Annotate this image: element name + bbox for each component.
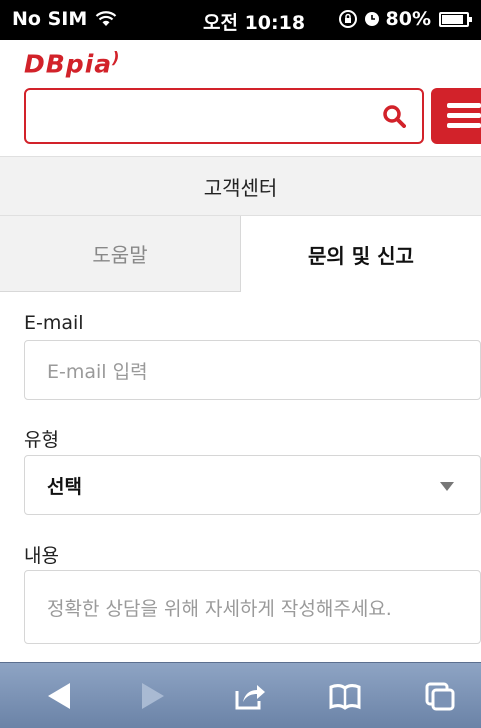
content-textarea[interactable]: 정확한 상담을 위해 자세하게 작성해주세요.: [24, 570, 481, 644]
clock: 오전 10:18: [203, 12, 306, 34]
hamburger-icon: [447, 103, 481, 108]
battery-icon: [439, 11, 472, 27]
type-select[interactable]: 선택: [24, 455, 481, 515]
tab-inquiry-report[interactable]: 문의 및 신고: [241, 216, 481, 292]
content-label: 내용: [24, 545, 59, 567]
back-icon[interactable]: [46, 681, 72, 711]
tab-bar: 도움말 문의 및 신고: [0, 216, 481, 292]
search-input[interactable]: [24, 88, 424, 144]
email-label: E-mail: [24, 312, 84, 334]
page-title: 고객센터: [0, 156, 481, 216]
share-icon[interactable]: [233, 681, 267, 711]
email-field[interactable]: E-mail 입력: [24, 340, 481, 400]
bookmarks-icon[interactable]: [328, 681, 362, 711]
status-bar: No SIM 오전 10:18 80%: [0, 0, 481, 40]
site-header: DBpia): [0, 40, 481, 156]
wifi-icon: [95, 11, 117, 26]
tab-help[interactable]: 도움말: [0, 216, 241, 292]
dbpia-logo[interactable]: DBpia): [24, 48, 120, 78]
menu-button[interactable]: [431, 88, 481, 144]
rotation-lock-icon: [338, 10, 357, 28]
carrier-label: No SIM: [12, 8, 88, 30]
alarm-icon: [364, 12, 379, 26]
battery-percent: 80%: [385, 8, 431, 30]
dropdown-arrow-icon: [440, 482, 454, 491]
type-selected-value: 선택: [47, 475, 82, 498]
forward-icon[interactable]: [140, 681, 166, 711]
tabs-icon[interactable]: [424, 681, 456, 711]
content-placeholder: 정확한 상담을 위해 자세하게 작성해주세요.: [47, 597, 392, 620]
email-placeholder: E-mail 입력: [47, 360, 148, 383]
search-icon[interactable]: [382, 104, 406, 128]
type-label: 유형: [24, 429, 59, 451]
browser-toolbar: [0, 662, 481, 728]
